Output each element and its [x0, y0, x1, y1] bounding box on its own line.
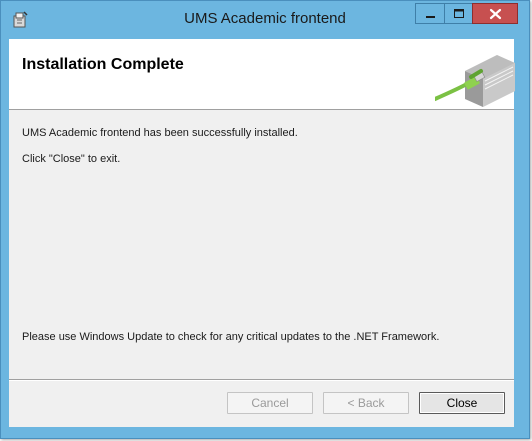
page-title: Installation Complete — [22, 56, 184, 73]
close-button[interactable]: Close — [419, 392, 505, 414]
minimize-icon — [426, 16, 435, 18]
dialog-client-area: Installation Complete UMS Academic front… — [9, 39, 515, 427]
book-with-cable-icon — [433, 41, 515, 107]
header-banner: Installation Complete — [9, 39, 515, 110]
minimize-button[interactable] — [415, 3, 445, 24]
cancel-button[interactable]: Cancel — [227, 392, 313, 414]
maximize-icon — [454, 9, 464, 18]
update-note: Please use Windows Update to check for a… — [22, 331, 440, 343]
title-bar[interactable]: UMS Academic frontend — [1, 1, 529, 39]
exit-hint: Click "Close" to exit. — [22, 153, 121, 165]
close-icon — [489, 8, 502, 20]
installer-window: UMS Academic frontend Installation Compl… — [0, 0, 530, 439]
maximize-button[interactable] — [444, 3, 473, 24]
back-button[interactable]: < Back — [323, 392, 409, 414]
footer-divider — [9, 379, 514, 381]
success-message: UMS Academic frontend has been successfu… — [22, 127, 298, 139]
close-window-button[interactable] — [472, 3, 518, 24]
